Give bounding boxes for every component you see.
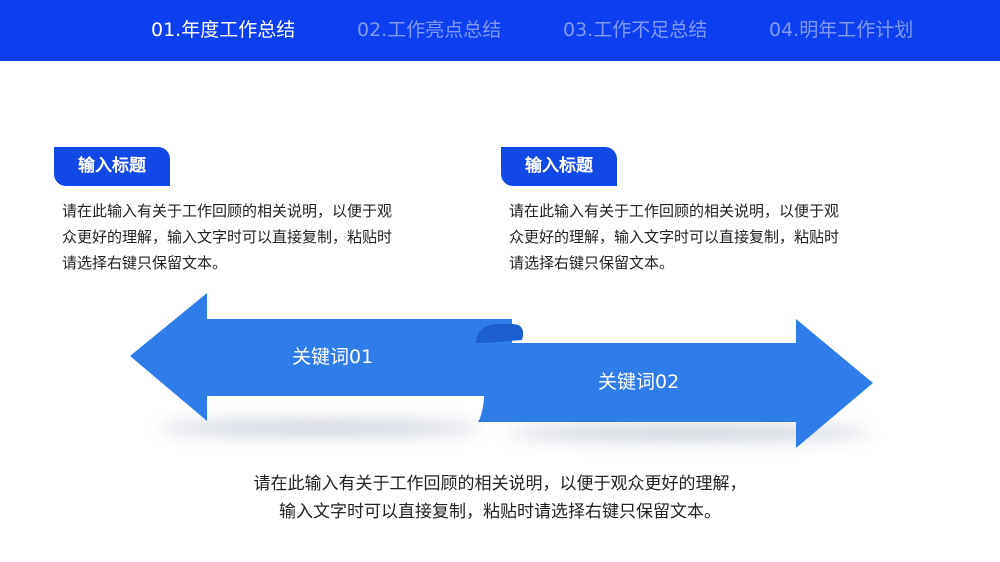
keyword-01-label: 关键词01	[292, 346, 374, 368]
bottom-description: 请在此输入有关于工作回顾的相关说明，以便于观众更好的理解， 输入文字时可以直接复…	[150, 470, 850, 526]
keyword-02-label: 关键词02	[598, 371, 680, 393]
bottom-line-2: 输入文字时可以直接复制，粘贴时请选择右键只保留文本。	[279, 502, 721, 522]
left-arrow-shadow	[160, 419, 480, 437]
bottom-line-1: 请在此输入有关于工作回顾的相关说明，以便于观众更好的理解，	[253, 474, 747, 494]
